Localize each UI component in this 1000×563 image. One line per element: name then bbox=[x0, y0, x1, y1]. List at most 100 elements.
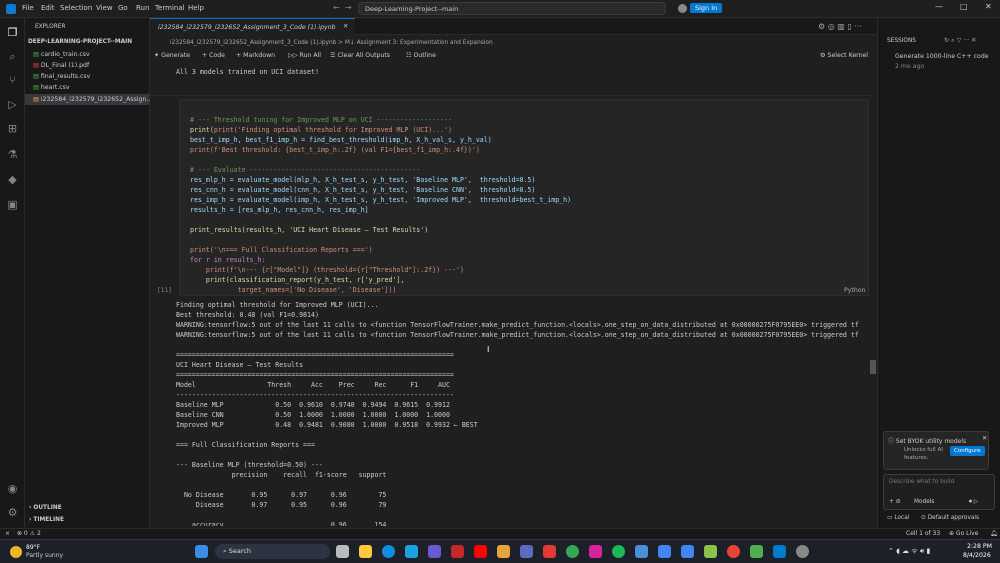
file-item[interactable]: ▤ final_results.csv bbox=[33, 73, 90, 80]
account-icon[interactable]: ◉ bbox=[6, 482, 19, 495]
app-icon[interactable] bbox=[704, 545, 717, 558]
chrome-profile-icon[interactable] bbox=[727, 545, 740, 558]
add-context-icons[interactable]: + ⊘ bbox=[889, 499, 901, 505]
output-line: No Disease 0.95 0.97 0.96 75 bbox=[176, 491, 387, 499]
python-icon[interactable]: ◆ bbox=[6, 173, 19, 186]
youtube-icon[interactable] bbox=[474, 545, 487, 558]
spotify-icon[interactable] bbox=[612, 545, 625, 558]
breadcrumb[interactable]: i232584_i232579_i232652_Assignment_3_Cod… bbox=[170, 40, 493, 46]
instagram-icon[interactable] bbox=[589, 545, 602, 558]
session-actions-icons[interactable]: ↻ ⌕ ▽ ··· ✕ bbox=[944, 37, 976, 45]
minimize-button[interactable]: — bbox=[935, 2, 943, 11]
menu-file[interactable]: File bbox=[22, 4, 34, 12]
local-toggle[interactable]: ▭ Local bbox=[887, 515, 909, 521]
generate-button[interactable]: ✦ Generate bbox=[154, 52, 190, 59]
output-line: Model Thresh Acc Prec Rec F1 AUC bbox=[176, 381, 450, 389]
clear-outputs-button[interactable]: ☰ Clear All Outputs bbox=[330, 52, 390, 59]
layout-icons[interactable]: ⚙ ◎ ▥ ▯ ··· bbox=[818, 22, 862, 31]
maximize-button[interactable]: □ bbox=[960, 2, 968, 11]
forward-arrow-icon[interactable]: → bbox=[345, 3, 352, 12]
source-control-icon[interactable]: ⑂ bbox=[6, 74, 19, 87]
output-line: WARNING:tensorflow:5 out of the last 11 … bbox=[176, 321, 859, 329]
files-icon[interactable]: ❐ bbox=[6, 26, 19, 39]
run-debug-icon[interactable]: ▷ bbox=[6, 98, 19, 111]
approvals-toggle[interactable]: ⊙ Default approvals bbox=[921, 515, 979, 521]
remote-explorer-icon[interactable]: ▣ bbox=[6, 198, 19, 211]
remote-icon[interactable]: ⨯ bbox=[5, 530, 10, 537]
menu-edit[interactable]: Edit bbox=[41, 4, 55, 12]
menu-run[interactable]: Run bbox=[136, 4, 149, 12]
run-all-button[interactable]: ▷▷ Run All bbox=[288, 52, 321, 59]
google-icon[interactable] bbox=[681, 545, 694, 558]
start-windows-icon[interactable] bbox=[195, 545, 208, 558]
clock-date[interactable]: 8/4/2026 bbox=[963, 552, 991, 559]
search-icon[interactable]: ⌕ bbox=[6, 50, 19, 63]
close-button[interactable]: ✕ bbox=[985, 2, 992, 11]
code-editor[interactable]: # --- Threshold tuning for Improved MLP … bbox=[190, 105, 571, 295]
close-tab-icon[interactable]: ✕ bbox=[343, 23, 348, 30]
cell-position[interactable]: Cell 1 of 33 bbox=[906, 530, 940, 537]
select-kernel-button[interactable]: ⚙ Select Kernel bbox=[820, 52, 868, 59]
menu-help[interactable]: Help bbox=[188, 4, 204, 12]
file-item[interactable]: ▤ cardio_train.csv bbox=[33, 51, 90, 58]
app-icon[interactable] bbox=[796, 545, 809, 558]
tab-notebook[interactable]: i232584_i232579_i232652_Assignment_3_Cod… bbox=[150, 18, 355, 35]
file-explorer-icon[interactable] bbox=[359, 545, 372, 558]
extensions-icon[interactable]: ⊞ bbox=[6, 122, 19, 135]
menu-terminal[interactable]: Terminal bbox=[155, 4, 185, 12]
output-line: Baseline MLP 0.50 0.9610 0.9740 0.9494 0… bbox=[176, 401, 450, 409]
file-item[interactable]: ▤ i232584_i232579_i232652_Assign... bbox=[33, 96, 152, 103]
models-dropdown[interactable]: Models bbox=[914, 499, 934, 505]
close-notification-icon[interactable]: ✕ bbox=[982, 435, 987, 442]
app-icon[interactable] bbox=[520, 545, 533, 558]
cell-language[interactable]: Python bbox=[844, 287, 865, 294]
session-item[interactable]: Generate 1000-line C++ code bbox=[895, 53, 989, 60]
app-icon[interactable] bbox=[543, 545, 556, 558]
cell-exec-count: [11] bbox=[157, 287, 172, 294]
command-center-search[interactable]: Deep-Learning-Project--main bbox=[358, 2, 666, 15]
mic-send-icons[interactable]: ⏺ ▷ bbox=[969, 499, 978, 506]
taskbar-search[interactable]: ⌕ Search bbox=[215, 544, 330, 559]
go-live-button[interactable]: ⊕ Go Live bbox=[949, 530, 978, 537]
menu-go[interactable]: Go bbox=[118, 4, 128, 12]
edge-icon[interactable] bbox=[382, 545, 395, 558]
google-icon[interactable] bbox=[658, 545, 671, 558]
byok-title: ⓘ Set BYOK utility models bbox=[888, 438, 967, 445]
menu-view[interactable]: View bbox=[96, 4, 113, 12]
scrollbar-thumb[interactable] bbox=[870, 360, 876, 374]
app-icon[interactable] bbox=[428, 545, 441, 558]
configure-button[interactable]: Configure bbox=[950, 446, 985, 456]
editor-area: i232584_i232579_i232652_Assignment_3_Cod… bbox=[150, 18, 877, 528]
app-icon[interactable] bbox=[750, 545, 763, 558]
outline-section[interactable]: › OUTLINE bbox=[29, 505, 62, 511]
app-icon[interactable] bbox=[497, 545, 510, 558]
file-item[interactable]: ▤ DL_Final (1).pdf bbox=[33, 62, 89, 69]
notifications-icon[interactable]: 🔔︎ bbox=[990, 530, 998, 537]
system-tray-icons[interactable]: ⌃ ◖ ☁ ᯤ 🔊︎ ▮ bbox=[888, 547, 930, 556]
explorer-header: EXPLORER bbox=[35, 24, 66, 30]
account-icon[interactable] bbox=[678, 4, 687, 13]
clock-time[interactable]: 2:28 PM bbox=[967, 543, 992, 550]
chat-input[interactable]: Describe what to build + ⊘ Models ⏺ ▷ bbox=[883, 474, 995, 510]
testing-icon[interactable]: ⚗ bbox=[6, 148, 19, 161]
chrome-icon[interactable] bbox=[566, 545, 579, 558]
back-arrow-icon[interactable]: ← bbox=[333, 3, 340, 12]
problems-count[interactable]: ⊗ 0 ⚠ 2 bbox=[17, 530, 41, 537]
status-bar: ⨯ ⊗ 0 ⚠ 2 Cell 1 of 33 ⊕ Go Live 🔔︎ bbox=[0, 528, 1000, 539]
task-view-icon[interactable] bbox=[336, 545, 349, 558]
vscode-taskbar-icon[interactable] bbox=[773, 545, 786, 558]
project-folder[interactable]: DEEP-LEARNING-PROJECT--MAIN bbox=[28, 39, 132, 45]
code-cell[interactable]: # --- Threshold tuning for Improved MLP … bbox=[179, 99, 869, 296]
add-markdown-button[interactable]: + Markdown bbox=[236, 52, 275, 59]
app-icon[interactable] bbox=[635, 545, 648, 558]
file-item[interactable]: ▤ heart.csv bbox=[33, 84, 70, 91]
menu-selection[interactable]: Selection bbox=[60, 4, 92, 12]
add-code-button[interactable]: + Code bbox=[202, 52, 225, 59]
outline-button[interactable]: ☷ Outline bbox=[406, 52, 436, 59]
app-icon[interactable] bbox=[451, 545, 464, 558]
sign-in-button[interactable]: Sign In bbox=[690, 3, 723, 13]
gear-icon[interactable]: ⚙ bbox=[6, 506, 19, 519]
store-icon[interactable] bbox=[405, 545, 418, 558]
output-line: ========================================… bbox=[176, 371, 454, 379]
timeline-section[interactable]: › TIMELINE bbox=[29, 517, 64, 523]
